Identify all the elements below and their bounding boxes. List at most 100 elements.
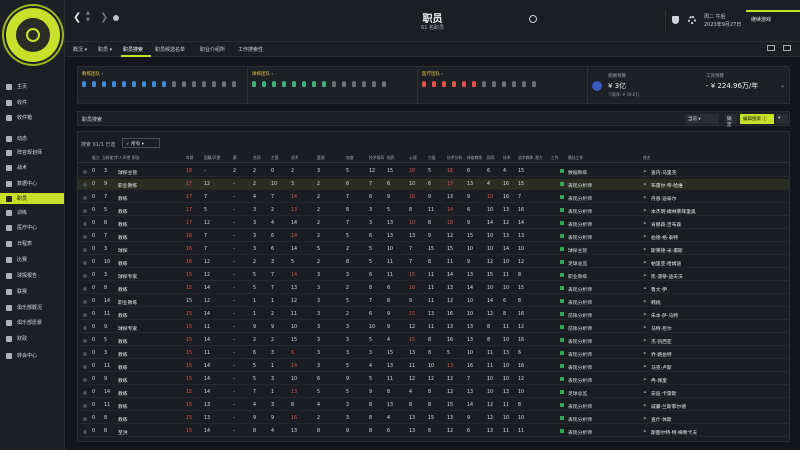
tab-item[interactable]: 概况 ▾ [73, 46, 87, 53]
gear-icon[interactable] [688, 16, 696, 24]
staff-name[interactable]: 乔·路伯特 [651, 351, 672, 358]
column-header[interactable]: 态度 [346, 155, 354, 161]
staff-name[interactable]: 本杰明·姆林莱菲里奥 [651, 208, 696, 215]
shortlist-dot-icon[interactable] [83, 170, 87, 174]
layout-icon[interactable] [783, 45, 791, 51]
shortlist-dot-icon[interactable] [83, 248, 87, 252]
all-filter-button[interactable]: ✓ 所有 ▾ [122, 138, 160, 148]
shortlist-dot-icon[interactable] [83, 326, 87, 330]
staff-name[interactable]: 朱本·萨·马特 [651, 312, 678, 319]
table-row[interactable]: 0 7 教练 16 7 - 3 6 14 2 5 6 13 13 9 12 15 10 13 13 表现分析师 ⚑ 伯德·格… [78, 231, 789, 242]
shortlist-dot-icon[interactable] [83, 352, 87, 356]
coach-team-block[interactable]: 教练团队 › [78, 67, 248, 103]
table-row[interactable]: 0 8 至洪 15 14 - 8 4 13 8 9 8 6 13 6 12 6 13 11 11 表现分析师 ⚑ 斯图尔特·… [78, 426, 789, 437]
table-row[interactable]: 0 3 球探 16 7 - 3 6 14 5 2 5 10 7 15 15 10 10 14 10 球探主管 ⚑ 斯莱德·米… [78, 244, 789, 255]
column-header[interactable]: 技术指导 [369, 155, 384, 161]
table-row[interactable]: 0 5 教练 15 14 - 2 2 15 3 3 5 4 15 8 16 13 8 10 16 表现分析师 ⚑ 杰·凯西亚 [78, 335, 789, 346]
table-row[interactable]: 0 5 教练 17 5 - 3 2 13 2 8 3 5 8 11 14 6 10 13 16 表现分析师 ⚑ 本杰明·姆林… [78, 205, 789, 216]
table-row[interactable]: 0 11 教练 15 13 - 4 3 8 4 3 8 13 8 8 15 14 12 11 8 表现分析师 ⚑ 威廉·兰斯… [78, 400, 789, 411]
shortlist-dot-icon[interactable] [83, 417, 87, 421]
shortlist-dot-icon[interactable] [83, 391, 87, 395]
staff-name[interactable]: 丹恩·迪泰尔 [651, 195, 677, 202]
shortlist-dot-icon[interactable] [83, 209, 87, 213]
table-row[interactable]: 0 3 球探专家 15 12 - 5 7 14 3 3 6 11 15 11 14 13 15 11 8 职业教练 ⚑ 凯·… [78, 270, 789, 281]
ok-button[interactable]: 确定 [725, 114, 737, 128]
shield-icon[interactable] [672, 16, 679, 24]
column-header[interactable]: 心理 [409, 155, 417, 161]
staff-name[interactable]: 杰·凯西亚 [651, 338, 672, 345]
sidebar-item[interactable]: 财政 [0, 333, 64, 344]
shortlist-dot-icon[interactable] [83, 378, 87, 382]
column-header[interactable]: 战术 [291, 155, 299, 161]
edit-search-button[interactable]: 编辑搜索 ⓘ [740, 114, 774, 124]
sidebar-item[interactable]: 战术 [0, 162, 64, 173]
column-header[interactable]: 合同 [253, 155, 261, 161]
staff-name[interactable]: 威廉·兰斯菲尔德 [651, 403, 686, 410]
staff-name[interactable]: 鲁文·伊 [651, 286, 667, 293]
sidebar-item[interactable]: 球探报告 [0, 270, 64, 281]
staff-name[interactable]: 伯德·格·泰特 [651, 234, 678, 241]
column-header[interactable]: 技术分析 [447, 155, 462, 161]
column-header[interactable]: 技术 [503, 155, 511, 161]
shortlist-dot-icon[interactable] [83, 261, 87, 265]
tab-item[interactable]: 职业介绍所 [200, 46, 225, 53]
table-row[interactable]: 0 8 教练 15 13-9 9 16 2 3 8 4 13 15 13 9 12 10 10 表现分析师 ⚑ 查什·休… [78, 413, 789, 424]
shortlist-dot-icon[interactable] [83, 339, 87, 343]
shortlist-dot-icon[interactable] [83, 404, 87, 408]
sidebar-item[interactable]: 阵容规划师 [0, 147, 64, 158]
table-row[interactable]: 0 14 教练 15 14 - 7 1 13 5 5 9 8 4 8 12 13 10 13 10 足球总监 ⚑ 安迪·卡雷… [78, 387, 789, 398]
scout-team-block[interactable]: 球探团队 › [248, 67, 418, 103]
column-header[interactable]: 指挥 [387, 155, 395, 161]
column-header[interactable]: 主管 [271, 155, 279, 161]
table-row[interactable]: 0 10 教练 16 12 - 2 3 5 2 8 5 11 7 8 11 9 12 10 12 足球总监 ⚑ 帕里亚·哈姆… [78, 257, 789, 268]
tab-item[interactable]: 职员候选名单 [155, 46, 185, 53]
column-header[interactable]: 最佳工作 [568, 155, 583, 161]
table-row[interactable]: 0 7 教练 17 7 - 4 7 14 2 7 6 9 16 9 13 9 10 16 7 表现分析师 ⚑ 丹恩·迪泰尔 [78, 192, 789, 203]
sidebar-item[interactable]: 收件箱 [0, 112, 64, 123]
table-row[interactable]: 0 3 球探主管 18-2 2 0 2 3 5 12 15 20 5 16 6 6 4 15 数据教练 ⚑ 查内·马里克 [78, 166, 789, 177]
column-header[interactable]: 管理 [317, 155, 325, 161]
column-header[interactable]: 能力 [92, 155, 100, 161]
sidebar-item[interactable]: 转会中心 [0, 350, 64, 361]
staff-name[interactable]: 斯图尔特·特·梅希卡夫 [651, 429, 697, 436]
shortlist-dot-icon[interactable] [83, 287, 87, 291]
tab-item[interactable]: 工作搜索性 [238, 46, 263, 53]
shortlist-dot-icon[interactable] [83, 430, 87, 434]
edit-search-dropdown[interactable]: ▾ [776, 114, 788, 124]
sidebar-item[interactable]: 日程表 [0, 238, 64, 249]
table-row[interactable]: 0 8 教练 17 12 - 3 4 14 2 7 3 13 10 8 18 9 14 12 14 表现分析师 ⚑ 肯赫森·… [78, 218, 789, 229]
sidebar-item[interactable]: 俱乐部概况 [0, 302, 64, 313]
window-icon[interactable] [767, 45, 775, 51]
table-row[interactable]: 0 11 教练 15 14 - 5 1 14 3 5 4 13 11 10 13 16 11 10 16 表现分析师 ⚑ 马… [78, 361, 789, 372]
shortlist-dot-icon[interactable] [83, 196, 87, 200]
continue-button[interactable]: 继续游戏 [751, 16, 771, 23]
search-icon[interactable] [529, 15, 537, 23]
staff-name[interactable]: 马特·尼尔 [651, 325, 672, 332]
table-row[interactable]: 0 14 职业教练 15 12-1 1 12 3 5 7 8 9 11 12 10 14 6 8 表现分析师 ⚑ 韩桃 [78, 296, 789, 307]
shortlist-dot-icon[interactable] [83, 300, 87, 304]
column-header[interactable]: 工作 [551, 155, 559, 161]
club-logo[interactable] [6, 8, 60, 62]
staff-name[interactable]: 冉·佩里 [651, 377, 667, 384]
sidebar-item[interactable]: 职员 [0, 193, 64, 204]
sidebar-item[interactable]: 主页 [0, 81, 64, 92]
sidebar-item[interactable]: 联赛 [0, 286, 64, 297]
staff-name[interactable]: 韩桃 [651, 299, 661, 306]
medical-team-block[interactable]: 医疗团队 › [418, 67, 588, 103]
staff-name[interactable]: 肯赫森·吉布森 [651, 221, 681, 228]
sidebar-item[interactable]: 训练 [0, 207, 64, 218]
staff-name[interactable]: 马克·卢斯 [651, 364, 672, 371]
column-header[interactable]: 潜力 [535, 155, 543, 161]
shortlist-dot-icon[interactable] [83, 235, 87, 239]
table-row[interactable]: 0 11 教练 15 14-1 2 11 3 2 6 9 15 13 16 10 12 8 16 前锋分析师 ⚑ 朱本·… [78, 309, 789, 320]
staff-name[interactable]: 查内·马里克 [651, 169, 677, 176]
staff-name[interactable]: 帕里亚·哈姆迪 [651, 260, 681, 267]
column-header[interactable]: 职务 [132, 155, 140, 161]
current-filter-dropdown[interactable]: 当前 ▾ [685, 114, 719, 124]
sidebar-item[interactable]: 比赛 [0, 254, 64, 265]
sidebar-item[interactable]: 动态 [0, 133, 64, 144]
table-row[interactable]: 0 9 职业教练 17 12 - 2 10 3 2 6 7 6 10 6 17 13 4 16 15 表现分析师 ⚑ 布雷尔… [78, 179, 789, 190]
staff-name[interactable]: 布雷尔·帝·哈维 [651, 182, 683, 189]
staff-name[interactable]: 斯莱德·米·甫斯 [651, 247, 683, 254]
shortlist-dot-icon[interactable] [83, 365, 87, 369]
